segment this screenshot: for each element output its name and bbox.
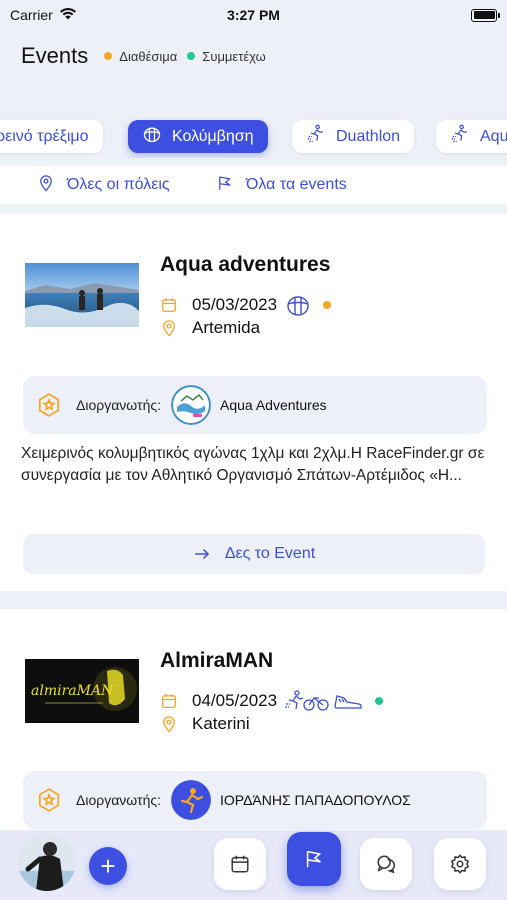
duathlon-icon bbox=[306, 124, 326, 149]
calendar-icon bbox=[231, 855, 249, 873]
legend-participating: Συμμετέχω bbox=[187, 48, 266, 64]
carrier-label: Carrier bbox=[10, 7, 53, 23]
flag-icon bbox=[306, 850, 322, 868]
chip-mountain-running[interactable]: ρεινό τρέξιμο bbox=[0, 120, 103, 153]
chip-label: Aqu bbox=[480, 127, 507, 145]
swim-icon bbox=[285, 294, 311, 316]
event-location: Artemida bbox=[192, 318, 261, 337]
gear-icon bbox=[450, 854, 470, 874]
event-location: Katerini bbox=[192, 714, 250, 733]
chip-swimming[interactable]: Κολύμβηση bbox=[128, 120, 268, 153]
status-dot bbox=[375, 697, 384, 705]
filter-bar: Όλες οι πόλεις Όλα τα events bbox=[0, 166, 507, 204]
thumb-text: almiraMAN bbox=[31, 683, 114, 699]
flag-icon bbox=[216, 174, 234, 197]
page-header: Events Διαθέσιμα Συμμετέχω bbox=[21, 38, 507, 74]
see-event-button[interactable]: Δες το Event bbox=[23, 534, 485, 574]
event-date: 04/05/2023 bbox=[192, 691, 278, 710]
plus-icon: + bbox=[100, 850, 116, 881]
legend-available-label: Διαθέσιμα bbox=[119, 48, 178, 64]
status-dot bbox=[323, 301, 332, 309]
star-badge-icon bbox=[38, 788, 60, 812]
aquathlon-icon bbox=[450, 124, 470, 149]
star-badge-icon bbox=[38, 393, 60, 417]
organizer-box[interactable]: Διοργανωτής: ΙΟΡΔΆΝΗΣ ΠΑΠΑΔΟΠΟΥΛΟΣ bbox=[23, 771, 487, 829]
chip-duathlon[interactable]: Duathlon bbox=[292, 120, 415, 153]
event-card[interactable]: Aqua adventures 05/03/2023 Artemida Διορ… bbox=[0, 214, 507, 591]
profile-avatar[interactable] bbox=[18, 833, 76, 891]
nav-events[interactable] bbox=[287, 832, 341, 886]
organizer-logo bbox=[171, 780, 211, 820]
organizer-box[interactable]: Διοργανωτής: Aqua Adventures bbox=[23, 376, 487, 434]
city-filter[interactable]: Όλες οι πόλεις bbox=[37, 174, 170, 197]
page-title: Events bbox=[21, 43, 89, 68]
event-date-row: 04/05/2023 bbox=[160, 690, 390, 712]
organizer-label: Διοργανωτής: bbox=[76, 397, 161, 413]
calendar-icon bbox=[161, 694, 177, 709]
chip-label: Κολύμβηση bbox=[172, 127, 254, 145]
nav-calendar[interactable] bbox=[214, 838, 266, 890]
organizer-logo bbox=[171, 385, 211, 425]
event-filter-label: Όλα τα events bbox=[246, 176, 347, 193]
event-title: AlmiraMAN bbox=[160, 649, 274, 672]
status-bar: Carrier 3:27 PM bbox=[0, 0, 507, 30]
battery-icon bbox=[471, 8, 500, 22]
arrow-right-icon bbox=[195, 548, 209, 560]
chat-icon bbox=[377, 855, 396, 874]
nav-chat[interactable] bbox=[360, 838, 412, 890]
wifi-icon bbox=[59, 7, 77, 23]
legend-participating-label: Συμμετέχω bbox=[202, 48, 266, 64]
event-thumbnail bbox=[25, 263, 139, 327]
see-event-label: Δες το Event bbox=[224, 545, 316, 562]
event-date: 05/03/2023 bbox=[192, 295, 278, 314]
swim-icon bbox=[142, 124, 162, 149]
event-thumbnail: almiraMAN bbox=[25, 659, 139, 723]
city-filter-label: Όλες οι πόλεις bbox=[67, 176, 170, 193]
organizer-name: Aqua Adventures bbox=[220, 397, 327, 413]
chip-label: Duathlon bbox=[336, 127, 401, 145]
event-description: Χειμερινός κολυμβητικός αγώνας 1χλμ και … bbox=[21, 445, 485, 484]
location-pin-icon bbox=[163, 716, 175, 733]
event-filter[interactable]: Όλα τα events bbox=[216, 174, 347, 197]
nav-settings[interactable] bbox=[434, 838, 486, 890]
organizer-name: ΙΟΡΔΆΝΗΣ ΠΑΠΑΔΟΠΟΥΛΟΣ bbox=[220, 792, 411, 808]
calendar-icon bbox=[161, 298, 177, 313]
triathlon-icon bbox=[285, 690, 333, 712]
location-pin-icon bbox=[163, 320, 175, 337]
location-pin-icon bbox=[37, 174, 55, 197]
available-dot bbox=[104, 52, 113, 60]
event-location-row: Artemida bbox=[160, 318, 260, 338]
shoe-icon bbox=[333, 690, 363, 712]
category-chips: ρεινό τρέξιμο Κολύμβηση Duathlon Aqu bbox=[0, 118, 507, 158]
chip-label: ρεινό τρέξιμο bbox=[0, 127, 89, 145]
organizer-label: Διοργανωτής: bbox=[76, 792, 161, 808]
participating-dot bbox=[187, 52, 196, 60]
legend-available: Διαθέσιμα bbox=[104, 49, 177, 64]
bottom-nav: + bbox=[0, 830, 507, 900]
add-event-button[interactable]: + bbox=[89, 847, 127, 885]
event-date-row: 05/03/2023 bbox=[160, 294, 338, 316]
event-location-row: Katerini bbox=[160, 714, 250, 734]
event-title: Aqua adventures bbox=[160, 253, 331, 276]
chip-aquathlon[interactable]: Aqu bbox=[436, 120, 507, 153]
